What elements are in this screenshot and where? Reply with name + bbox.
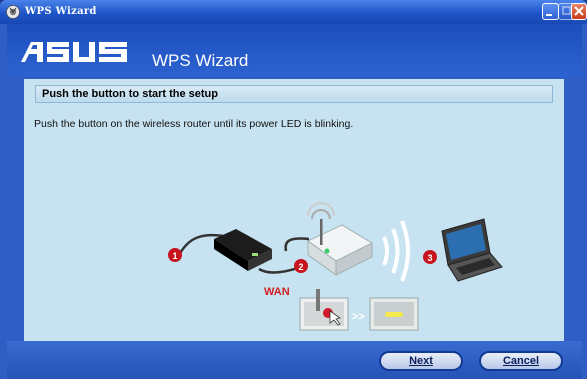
- led-indicator-icon: [369, 297, 419, 331]
- wizard-title: WPS Wizard: [152, 51, 249, 70]
- svg-text:1: 1: [172, 251, 177, 261]
- wan-port-label: WAN: [264, 286, 290, 298]
- next-button[interactable]: Next: [379, 351, 463, 371]
- step-marker-3: 3: [423, 250, 437, 264]
- wizard-footer: Next Cancel: [7, 341, 582, 379]
- close-icon[interactable]: [571, 3, 587, 20]
- svg-text:3: 3: [427, 253, 432, 263]
- cancel-button[interactable]: Cancel: [479, 351, 563, 371]
- window-title: WPS Wizard: [25, 6, 97, 17]
- step-marker-2: 2: [294, 259, 308, 273]
- svg-text:2: 2: [298, 262, 303, 272]
- router-cable: [284, 237, 310, 252]
- wizard-header: WPS Wizard: [7, 24, 582, 77]
- laptop-icon: [441, 218, 503, 282]
- wps-setup-illustration: 1 2 3 WAN >>: [168, 202, 503, 331]
- wifi-waves: [382, 220, 410, 282]
- wizard-content: Push the button to start the setup Push …: [24, 79, 564, 341]
- progress-arrows: >>: [352, 311, 365, 323]
- step-marker-1: 1: [168, 248, 182, 262]
- router-icon: [307, 202, 373, 276]
- modem-icon: [214, 229, 272, 271]
- title-bar[interactable]: WPS Wizard: [0, 0, 587, 24]
- asus-logo: [21, 42, 127, 62]
- wps-button-icon: [299, 289, 349, 331]
- asus-wps-icon: [6, 5, 20, 19]
- wizard-window: WPS Wizard WPS Wizard Push the button to…: [0, 0, 587, 379]
- minimize-icon[interactable]: [542, 3, 559, 20]
